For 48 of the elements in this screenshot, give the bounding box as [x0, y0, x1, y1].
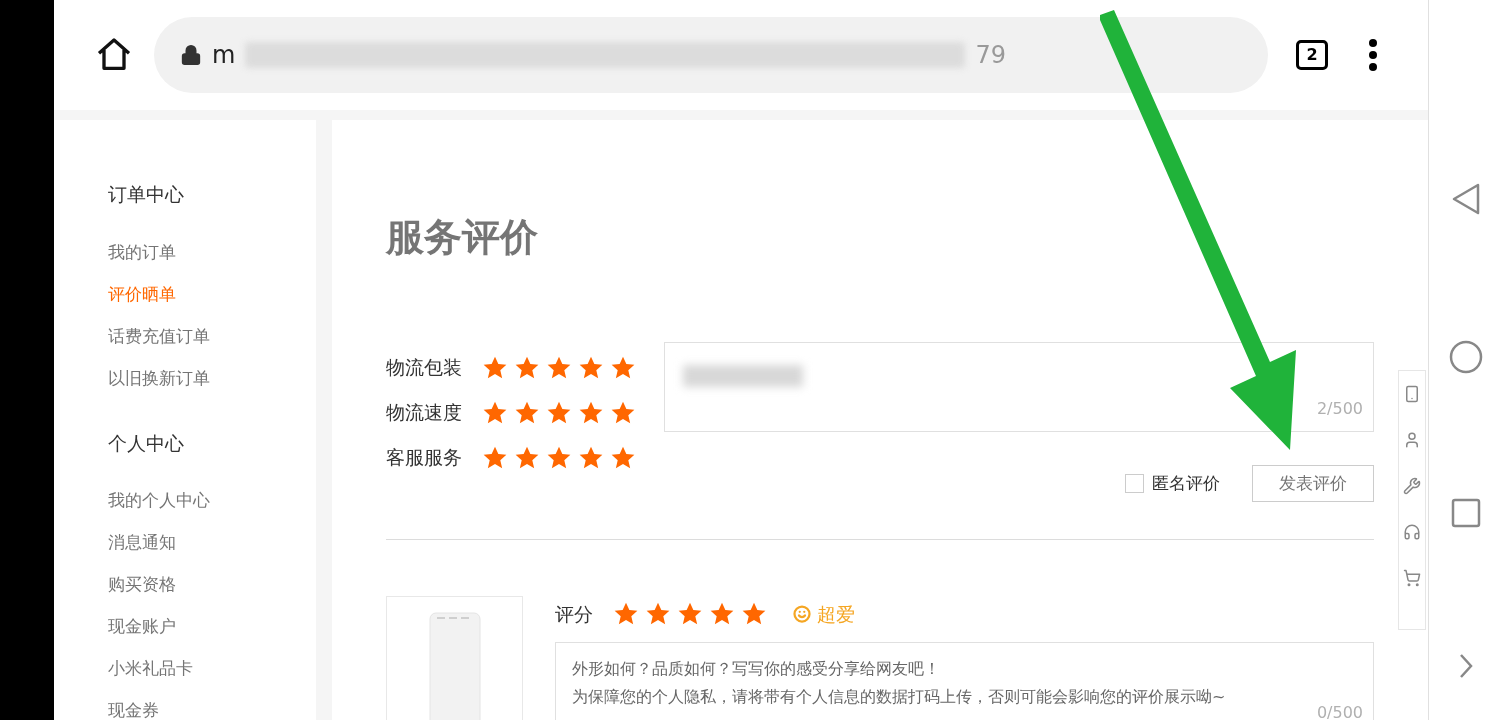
sidebar-heading: 个人中心 — [108, 430, 185, 456]
review-field[interactable]: 外形如何？品质如何？写写你的感受分享给网友吧！ 为保障您的个人隐私，请将带有个人信息的数据打码上传，否则可能会影响您的评价展示呦~ 0/500 — [555, 642, 1374, 720]
sidebar-item[interactable]: 现金券 — [108, 689, 316, 720]
star-icon — [613, 601, 639, 627]
smile-icon — [793, 605, 811, 623]
url-text: 79 — [975, 40, 1006, 71]
sidebar-item[interactable]: 购买资格 — [108, 563, 316, 605]
sidebar-item[interactable]: 话费充值订单 — [108, 314, 316, 357]
star-icon — [709, 601, 735, 627]
chevron-right-icon[interactable] — [1458, 652, 1474, 680]
headset-icon[interactable] — [1403, 523, 1421, 541]
star-icon — [677, 601, 703, 627]
sidebar-item[interactable]: 我的订单 — [108, 230, 316, 273]
sidebar-heading: 订单中心 — [108, 182, 185, 207]
star-icon — [645, 601, 671, 627]
sidebar-item[interactable]: 评价晒单 — [108, 272, 316, 315]
rating-label: 物流速度 — [386, 400, 462, 426]
tab-count-button[interactable]: 2 — [1296, 40, 1328, 70]
mood-label: 超爱 — [817, 601, 855, 627]
sidebar-item[interactable]: 我的个人中心 — [108, 479, 316, 521]
phone-icon[interactable] — [1403, 385, 1421, 403]
star-icon — [741, 601, 767, 627]
wrench-icon[interactable] — [1403, 477, 1421, 495]
url-text: m — [212, 40, 236, 71]
score-label: 评分 — [555, 601, 593, 627]
anonymous-checkbox[interactable] — [1125, 474, 1144, 493]
character-counter: 2/500 — [1316, 398, 1363, 420]
sidebar-item[interactable]: 消息通知 — [108, 521, 316, 563]
address-bar[interactable]: m 79 — [154, 17, 1268, 93]
star-rating[interactable] — [613, 601, 767, 627]
sidebar-item[interactable]: 现金账户 — [108, 605, 316, 647]
user-icon[interactable] — [1403, 431, 1421, 449]
submit-button[interactable]: 发表评价 — [1252, 465, 1374, 502]
character-counter: 0/500 — [1316, 702, 1363, 720]
back-icon[interactable] — [1450, 182, 1482, 216]
menu-icon[interactable] — [1368, 38, 1378, 72]
sidebar-item[interactable]: 小米礼品卡 — [108, 647, 316, 689]
rating-label: 客服服务 — [386, 445, 462, 471]
placeholder-text: 为保障您的个人隐私，请将带有个人信息的数据打码上传，否则可能会影响您的评价展示呦~ — [572, 686, 1227, 708]
home-circle-icon[interactable] — [1449, 340, 1483, 374]
lock-icon — [180, 44, 202, 66]
page-title: 服务评价 — [386, 214, 539, 261]
cart-icon[interactable] — [1403, 569, 1421, 587]
sidebar-item[interactable]: 以旧换新订单 — [108, 356, 316, 399]
recents-icon[interactable] — [1451, 498, 1481, 528]
placeholder-text: 外形如何？品质如何？写写你的感受分享给网友吧！ — [572, 658, 941, 680]
rating-label: 物流包装 — [386, 355, 462, 381]
checkbox-label: 匿名评价 — [1152, 471, 1220, 495]
